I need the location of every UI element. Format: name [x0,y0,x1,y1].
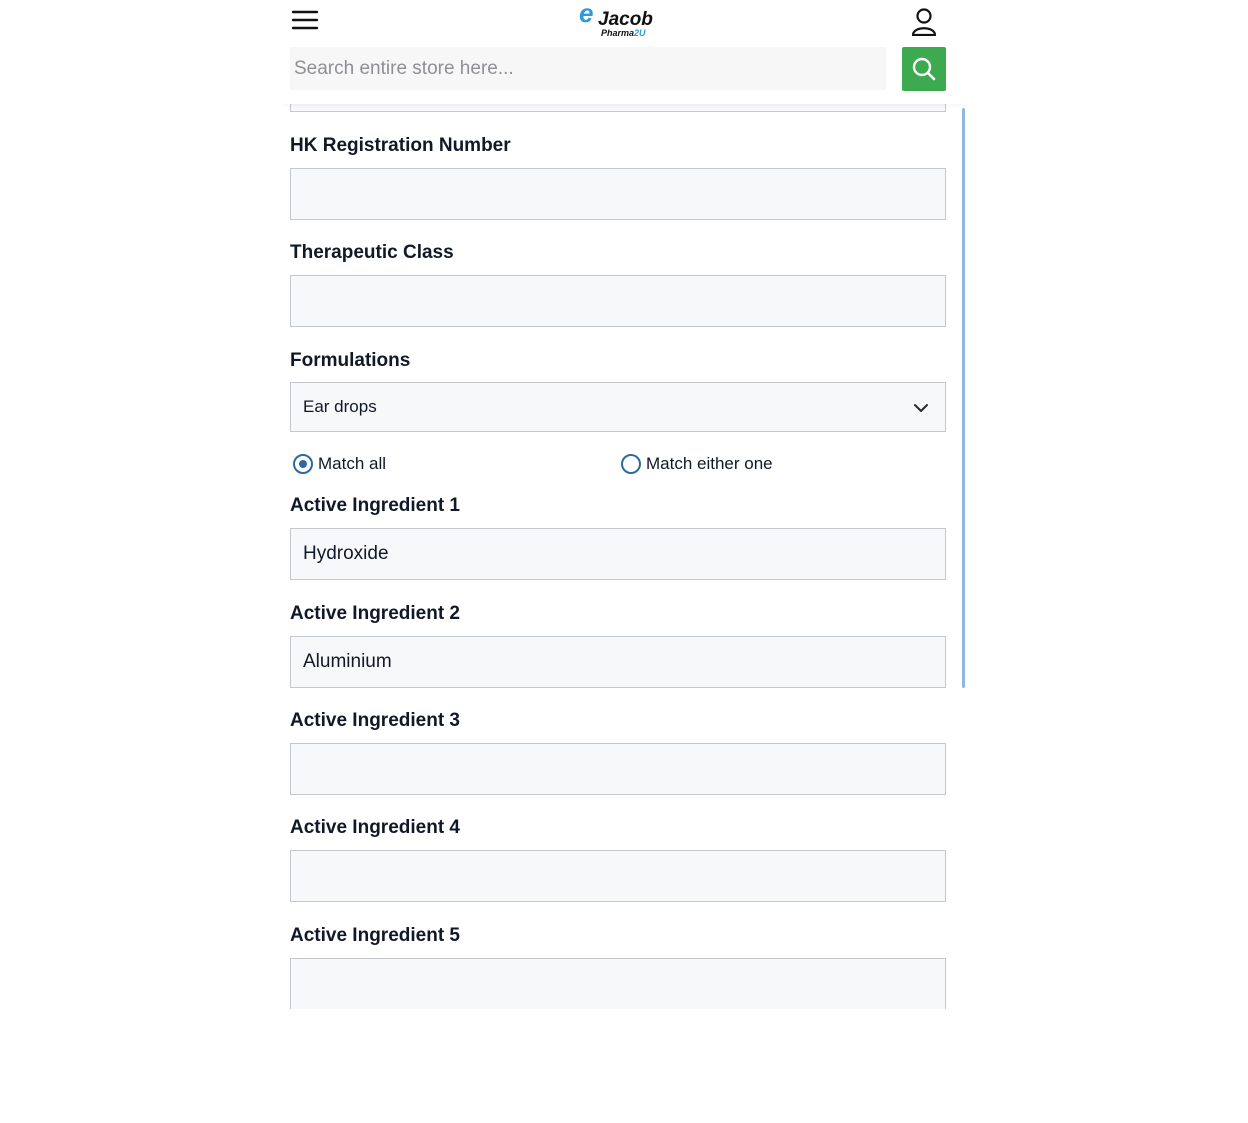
active-ingredient-5-label: Active Ingredient 5 [290,925,460,946]
site-logo[interactable]: e Jacob Pharma2U [579,0,661,42]
active-ingredient-1-input[interactable] [290,528,946,580]
user-icon [911,8,937,37]
match-all-label: Match all [318,454,387,473]
match-either-one-label: Match either one [646,454,773,473]
formulations-selected-value: Ear drops [303,397,377,416]
match-all-radio[interactable]: Match all [293,452,386,476]
active-ingredient-1-label: Active Ingredient 1 [290,495,460,516]
formulations-label: Formulations [290,350,411,371]
active-ingredient-2-input[interactable] [290,636,946,688]
therapeutic-class-label: Therapeutic Class [290,242,454,263]
active-ingredient-3-label: Active Ingredient 3 [290,710,460,731]
search-button[interactable] [902,47,946,91]
formulations-select[interactable]: Ear drops [290,382,946,432]
active-ingredient-2-label: Active Ingredient 2 [290,603,460,624]
account-button[interactable] [909,6,939,37]
scrollbar-thumb[interactable] [962,108,965,688]
match-either-one-radio[interactable]: Match either one [621,452,773,476]
logo-letter: e [579,0,593,28]
logo-subtext-pharma: Pharma [601,28,634,38]
active-ingredient-4-input[interactable] [290,850,946,902]
therapeutic-class-input[interactable] [290,275,946,327]
svg-text:Pharma2U: Pharma2U [601,28,646,38]
hamburger-menu-icon [291,10,319,30]
logo-subtext-2u: 2U [633,28,646,38]
site-header: e Jacob Pharma2U [283,0,965,104]
search-icon [912,57,936,81]
chevron-down-icon [914,404,928,412]
search-form-viewport: HK Registration Number Therapeutic Class… [283,0,965,1009]
hamburger-menu-button[interactable] [291,6,319,34]
hk-registration-number-input[interactable] [290,168,946,220]
logo-wordmark: Jacob [598,9,653,30]
active-ingredient-5-input[interactable] [290,958,946,1009]
active-ingredient-4-label: Active Ingredient 4 [290,817,460,838]
match-either-one-radio-indicator[interactable] [621,454,641,474]
search-input[interactable] [290,47,886,90]
active-ingredient-3-input[interactable] [290,743,946,795]
hk-registration-number-label: HK Registration Number [290,135,511,156]
match-all-radio-indicator[interactable] [293,454,313,474]
